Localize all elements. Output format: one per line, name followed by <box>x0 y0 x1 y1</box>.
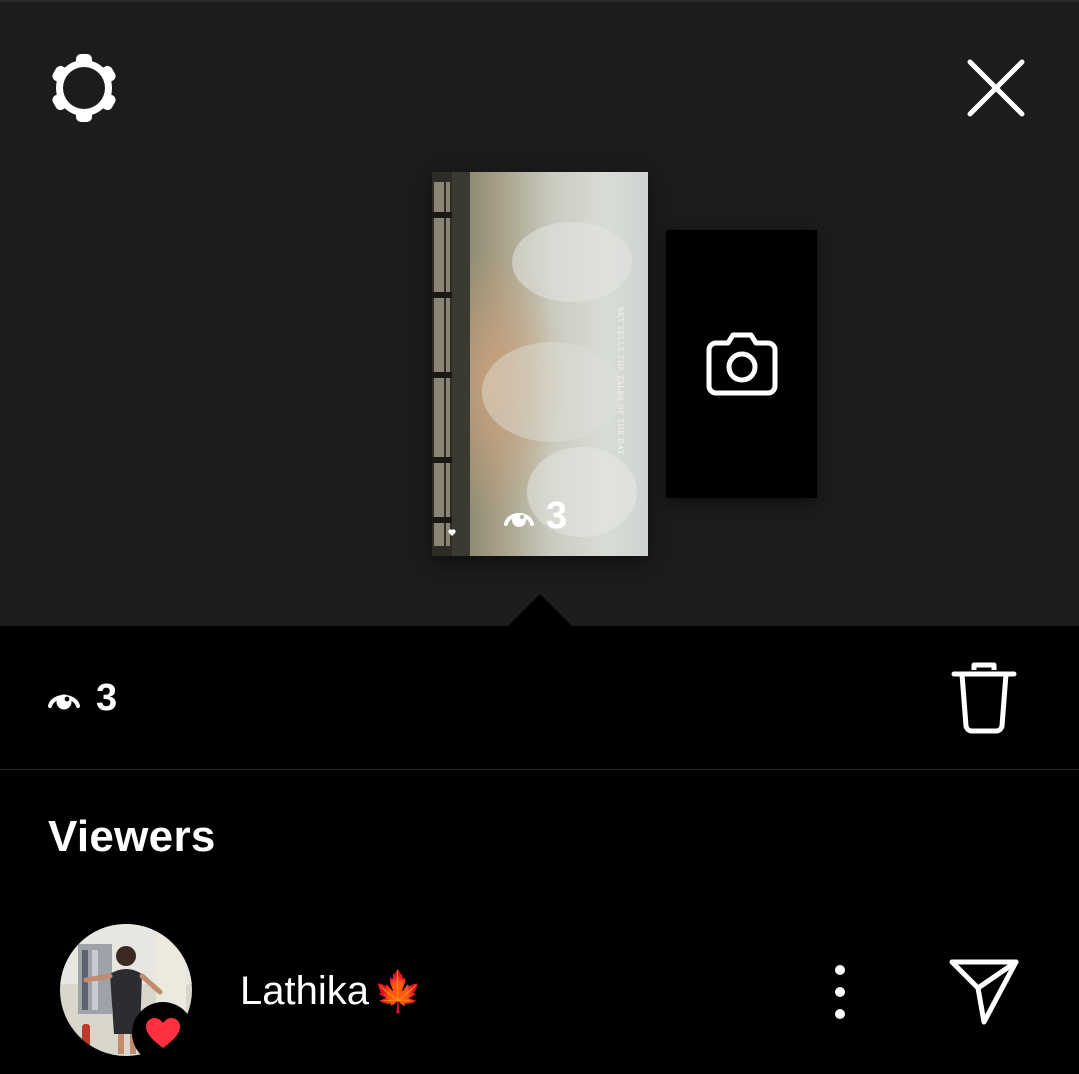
story-stats-bar: 3 <box>0 626 1079 770</box>
send-icon <box>949 959 1019 1025</box>
selection-pointer <box>505 594 575 629</box>
viewer-name-text: Lathika <box>240 968 369 1013</box>
story-overlay-text: SKY TELLS THE TALES OF THE DAY <box>616 307 624 455</box>
thumbnail-view-number: 3 <box>546 494 568 537</box>
story-preview-area: SKY TELLS THE TALES OF THE DAY 3 <box>0 0 1079 629</box>
like-badge <box>132 1002 194 1064</box>
story-viewers-screen: SKY TELLS THE TALES OF THE DAY 3 3 Viewe… <box>0 0 1079 1074</box>
trash-icon <box>951 662 1017 734</box>
viewer-name-emoji: 🍁 <box>372 969 423 1014</box>
heart-icon <box>146 1018 180 1048</box>
delete-story-button[interactable] <box>948 660 1020 736</box>
eye-icon <box>48 694 80 710</box>
camera-icon <box>706 332 777 396</box>
views-summary[interactable]: 3 <box>48 676 117 720</box>
viewer-avatar[interactable] <box>60 924 194 1064</box>
eye-icon <box>504 513 534 527</box>
send-message-button[interactable] <box>946 954 1022 1030</box>
viewers-heading: Viewers <box>48 812 216 861</box>
close-button[interactable] <box>958 50 1034 126</box>
close-icon <box>967 59 1025 117</box>
more-options-button[interactable] <box>818 958 862 1026</box>
settings-gear-icon <box>52 54 116 122</box>
story-thumbnail[interactable]: SKY TELLS THE TALES OF THE DAY 3 <box>432 172 648 556</box>
add-story-button[interactable] <box>666 230 817 498</box>
more-vertical-icon <box>835 965 845 1019</box>
settings-button[interactable] <box>44 48 124 128</box>
thumbnail-view-count: 3 <box>504 494 567 538</box>
viewer-username[interactable]: Lathika 🍁 <box>240 968 423 1014</box>
views-count: 3 <box>96 676 118 719</box>
viewer-row[interactable]: Lathika 🍁 <box>0 918 1079 1068</box>
